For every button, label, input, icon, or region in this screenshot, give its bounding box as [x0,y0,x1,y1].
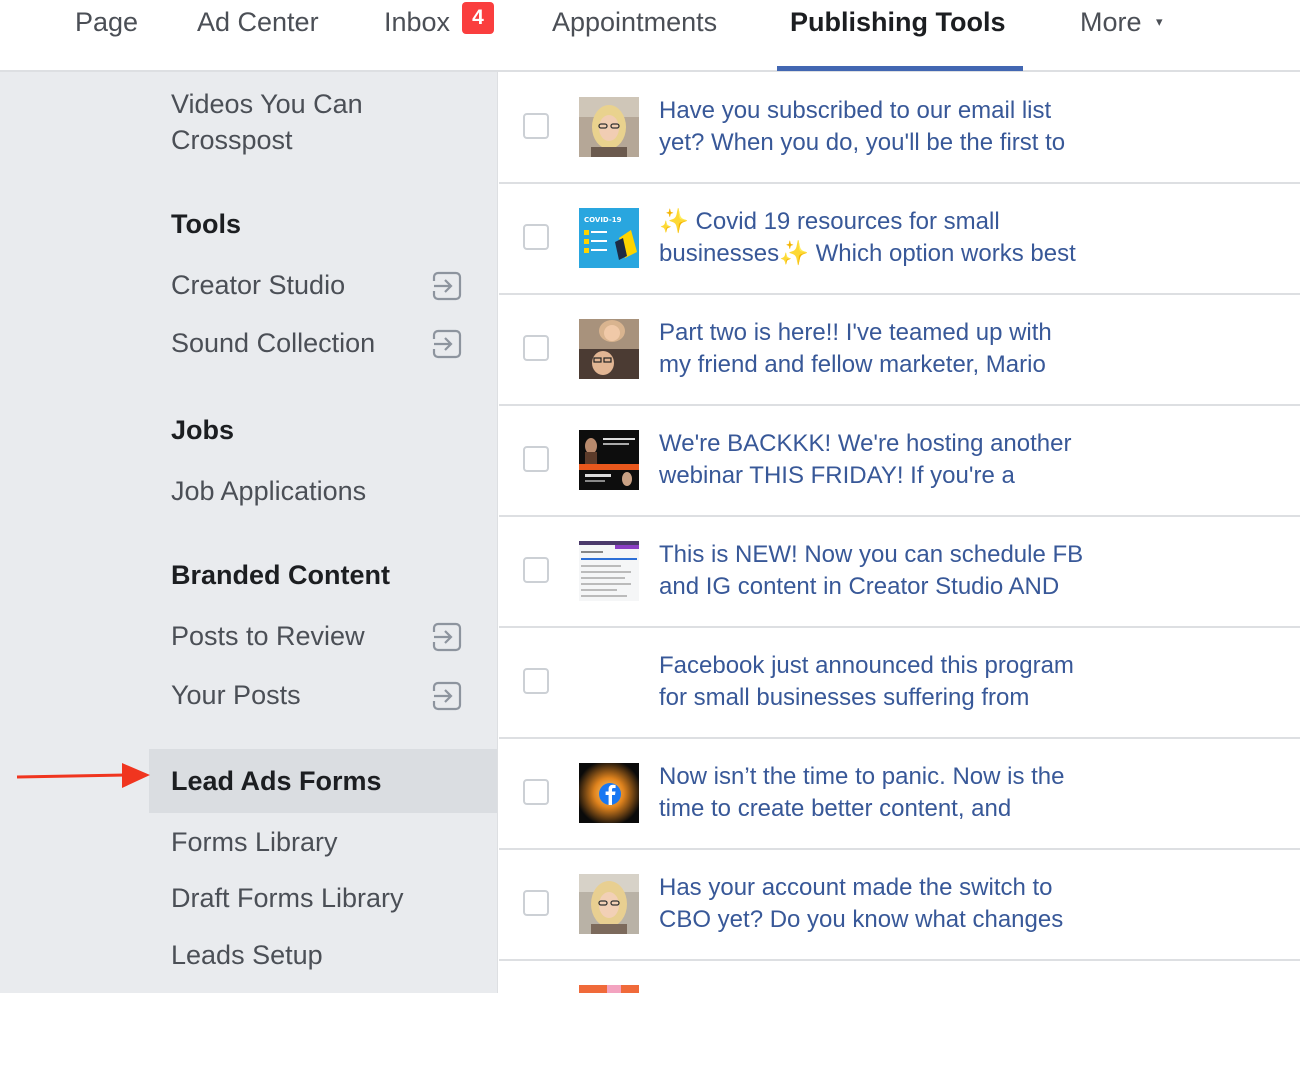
tab-publishing-tools[interactable]: Publishing Tools [790,4,1006,40]
external-link-icon[interactable] [432,271,462,301]
post-text-line[interactable]: Has your account made the switch to [659,872,1289,904]
post-row[interactable]: Have you subscribed to our email list ye… [499,73,1300,184]
post-thumbnail [579,541,639,601]
post-text-line[interactable]: ✨ Covid 19 resources for small [659,206,1289,238]
post-checkbox[interactable] [523,113,549,139]
tab-page[interactable]: Page [75,4,138,40]
sidebar-item-job-applications[interactable]: Job Applications [171,473,366,509]
sidebar-header-jobs: Jobs [171,415,235,445]
post-checkbox[interactable] [523,890,549,916]
post-text[interactable]: This is NEW! Now you can schedule FB and… [659,539,1289,603]
post-text[interactable]: Facebook just announced this program for… [659,650,1289,714]
facebook-logo-icon [579,763,639,823]
post-thumbnail: COVID-19 [579,208,639,268]
post-thumbnail [579,874,639,934]
post-text-line[interactable]: Facebook just announced this program [659,650,1289,682]
sidebar-header-lead-ads-forms[interactable]: Lead Ads Forms [171,763,382,799]
post-text-line[interactable]: businesses✨ Which option works best [659,238,1289,270]
post-row[interactable] [499,961,1300,1072]
sidebar-item-creator-studio[interactable]: Creator Studio [171,267,345,303]
post-text[interactable]: Part two is here!! I've teamed up with m… [659,317,1289,381]
post-row[interactable]: Part two is here!! I've teamed up with m… [499,295,1300,406]
post-thumbnail [579,985,639,993]
post-text-line[interactable]: CBO yet? Do you know what changes [659,904,1289,936]
post-text[interactable]: Has your account made the switch to CBO … [659,872,1289,936]
post-text-line[interactable]: time to create better content, and [659,793,1289,825]
tab-inbox[interactable]: Inbox [384,4,450,40]
post-text-line[interactable]: Part two is here!! I've teamed up with [659,317,1289,349]
post-text-line[interactable]: This is NEW! Now you can schedule FB [659,539,1289,571]
post-thumbnail [579,430,639,490]
post-row[interactable]: We're BACKKK! We're hosting another webi… [499,406,1300,517]
post-text-line[interactable]: and IG content in Creator Studio AND [659,571,1289,603]
post-text-line[interactable]: Now isn’t the time to panic. Now is the [659,761,1289,793]
active-tab-indicator [777,66,1023,71]
post-text-line[interactable]: my friend and fellow marketer, Mario [659,349,1289,381]
sidebar-item-draft-forms-library[interactable]: Draft Forms Library [171,880,404,916]
post-row[interactable]: COVID-19 ✨ Covid 19 resources for small … [499,184,1300,295]
post-checkbox[interactable] [523,224,549,250]
external-link-icon[interactable] [432,622,462,652]
sidebar-item-sound-collection[interactable]: Sound Collection [171,325,375,361]
post-row[interactable]: Now isn’t the time to panic. Now is the … [499,739,1300,850]
post-text-line[interactable]: Have you subscribed to our email list [659,95,1289,127]
post-text[interactable]: Have you subscribed to our email list ye… [659,95,1289,159]
caret-down-icon[interactable]: ▾ [1156,14,1163,30]
tab-more[interactable]: More [1080,4,1142,40]
post-checkbox[interactable] [523,446,549,472]
sidebar-item-your-posts[interactable]: Your Posts [171,677,301,713]
post-row[interactable]: This is NEW! Now you can schedule FB and… [499,517,1300,628]
sidebar-item-posts-to-review[interactable]: Posts to Review [171,618,365,654]
post-text-line[interactable]: webinar THIS FRIDAY! If you're a [659,460,1289,492]
external-link-icon[interactable] [432,329,462,359]
external-link-icon[interactable] [432,681,462,711]
sidebar-item-videos-crosspost-line1[interactable]: Videos You Can [171,86,363,122]
post-checkbox[interactable] [523,779,549,805]
sidebar-header-branded-content: Branded Content [171,560,390,590]
post-thumbnail [579,319,639,379]
post-text-line[interactable]: for small businesses suffering from [659,682,1289,714]
top-nav: Page Ad Center Inbox 4 Appointments Publ… [0,0,1300,72]
post-list: Have you subscribed to our email list ye… [499,73,1300,993]
post-text[interactable]: ✨ Covid 19 resources for small businesse… [659,206,1289,270]
sidebar-item-leads-setup[interactable]: Leads Setup [171,937,323,973]
post-row[interactable]: Has your account made the switch to CBO … [499,850,1300,961]
post-checkbox[interactable] [523,335,549,361]
post-text[interactable]: We're BACKKK! We're hosting another webi… [659,428,1289,492]
post-text-line[interactable]: yet? When you do, you'll be the first to [659,127,1289,159]
sidebar-item-forms-library[interactable]: Forms Library [171,824,338,860]
tab-ad-center[interactable]: Ad Center [197,4,319,40]
post-text[interactable]: Now isn’t the time to panic. Now is the … [659,761,1289,825]
sidebar: Videos You Can Crosspost Tools Creator S… [0,72,498,993]
post-thumbnail [579,97,639,157]
sidebar-header-tools: Tools [171,209,241,239]
post-text-line[interactable]: We're BACKKK! We're hosting another [659,428,1289,460]
post-checkbox[interactable] [523,668,549,694]
post-row[interactable]: Facebook just announced this program for… [499,628,1300,739]
post-checkbox[interactable] [523,557,549,583]
inbox-badge: 4 [462,2,494,34]
sidebar-item-videos-crosspost-line2[interactable]: Crosspost [171,122,293,158]
tab-appointments[interactable]: Appointments [552,4,717,40]
red-arrow-icon [16,763,150,788]
thumbnail-text: COVID-19 [584,216,622,224]
